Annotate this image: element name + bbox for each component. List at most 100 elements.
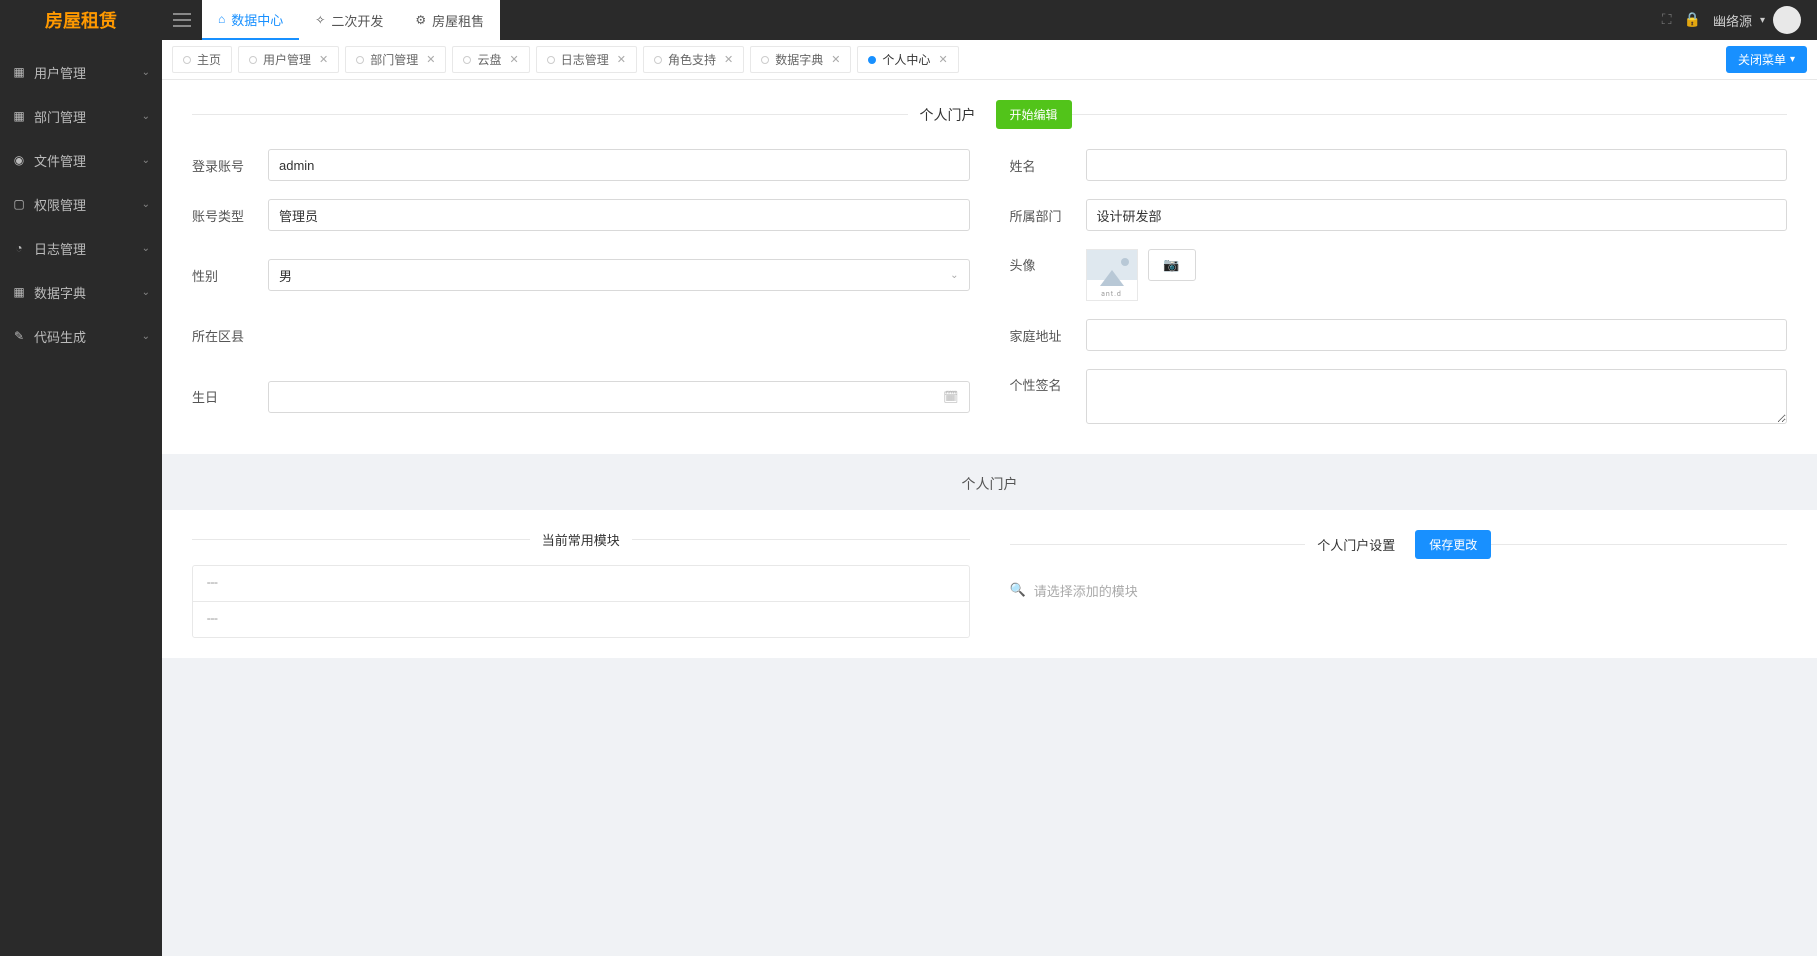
- pencil-icon: ✎: [12, 329, 26, 343]
- avatar: [1773, 6, 1801, 34]
- tab-user-mgmt[interactable]: 用户管理 ✕: [238, 46, 339, 73]
- sidebar-item-data-dict[interactable]: ▦ 数据字典 ⌄: [0, 270, 162, 314]
- user-name: 幽络源: [1713, 11, 1752, 30]
- label-name: 姓名: [1010, 156, 1070, 175]
- label-login-account: 登录账号: [192, 156, 252, 175]
- sidebar-item-label: 部门管理: [34, 107, 86, 126]
- upload-avatar-button[interactable]: 📷: [1148, 249, 1196, 281]
- top-nav-tabs: ⌂ 数据中心 ✧ 二次开发 ⚙ 房屋租售: [202, 0, 500, 40]
- edit-button[interactable]: 开始编辑: [996, 100, 1072, 129]
- tab-personal-center[interactable]: 个人中心 ✕: [857, 46, 958, 73]
- close-icon[interactable]: ✕: [510, 53, 519, 66]
- portal-settings-title: 个人门户设置: [1305, 535, 1407, 554]
- tab-cloud-disk[interactable]: 云盘 ✕: [452, 46, 529, 73]
- name-input[interactable]: [1086, 149, 1788, 181]
- close-icon[interactable]: ✕: [831, 53, 840, 66]
- current-modules-header: 当前常用模块: [192, 530, 970, 549]
- tab-log-mgmt[interactable]: 日志管理 ✕: [536, 46, 637, 73]
- close-icon[interactable]: ✕: [617, 53, 626, 66]
- avatar-box: ant.d 📷: [1086, 249, 1196, 301]
- row-name: 姓名: [1010, 149, 1788, 181]
- button-label: 关闭菜单: [1738, 51, 1786, 68]
- row-avatar: 头像 ant.d 📷: [1010, 249, 1788, 301]
- home-address-input[interactable]: [1086, 319, 1788, 351]
- nav-tab-data-center[interactable]: ⌂ 数据中心: [202, 0, 299, 40]
- birthday-datepicker[interactable]: 🗓: [268, 381, 970, 413]
- search-icon: 🔍: [1010, 583, 1026, 598]
- camera-icon: 📷: [1163, 258, 1179, 273]
- label-birthday: 生日: [192, 387, 252, 406]
- nav-tab-label: 房屋租售: [432, 11, 484, 30]
- tab-label: 数据字典: [775, 51, 823, 68]
- tab-label: 日志管理: [561, 51, 609, 68]
- row-gender: 性别 男 ⌄: [192, 249, 970, 301]
- lock-icon[interactable]: 🔒: [1684, 12, 1701, 28]
- tab-label: 角色支持: [668, 51, 716, 68]
- save-button[interactable]: 保存更改: [1415, 530, 1491, 559]
- portal-settings-panel: 当前常用模块 --- --- 个人门户设置 保存更改 🔍 请选择添加的模块: [162, 510, 1817, 658]
- close-icon[interactable]: ✕: [724, 53, 733, 66]
- tab-label: 主页: [197, 51, 221, 68]
- department-input[interactable]: [1086, 199, 1788, 231]
- main-content: 主页 用户管理 ✕ 部门管理 ✕ 云盘 ✕ 日志管理 ✕: [162, 40, 1817, 956]
- portal-divider: 个人门户: [162, 454, 1817, 510]
- label-avatar: 头像: [1010, 249, 1070, 274]
- sidebar-item-label: 用户管理: [34, 63, 86, 82]
- portal-settings-header: 个人门户设置 保存更改: [1010, 530, 1788, 559]
- circle-icon: ◉: [12, 153, 26, 167]
- gender-select[interactable]: 男 ⌄: [268, 259, 970, 291]
- row-birthday: 生日 🗓: [192, 369, 970, 424]
- sparkle-icon: ✧: [315, 13, 325, 27]
- current-modules-title: 当前常用模块: [530, 530, 632, 549]
- sidebar-item-label: 代码生成: [34, 327, 86, 346]
- fullscreen-icon[interactable]: ⛶: [1662, 12, 1672, 28]
- grid-icon: ▦: [12, 285, 26, 299]
- sidebar-item-dept-mgmt[interactable]: ▦ 部门管理 ⌄: [0, 94, 162, 138]
- sidebar-item-user-mgmt[interactable]: ▦ 用户管理 ⌄: [0, 50, 162, 94]
- section-title: 个人门户: [908, 105, 988, 125]
- profile-form: 登录账号 姓名 账号类型 所属部门 性别: [192, 149, 1787, 424]
- sidebar-item-perm-mgmt[interactable]: ▢ 权限管理 ⌄: [0, 182, 162, 226]
- sidebar-item-label: 权限管理: [34, 195, 86, 214]
- close-icon[interactable]: ✕: [319, 53, 328, 66]
- select-value: 男: [279, 266, 292, 285]
- hamburger-icon: [173, 13, 191, 27]
- user-menu[interactable]: 幽络源 ▾: [1713, 6, 1801, 34]
- top-right: ⛶ 🔒 幽络源 ▾: [1662, 0, 1817, 40]
- tab-role-support[interactable]: 角色支持 ✕: [643, 46, 744, 73]
- tab-dot-icon: [463, 56, 471, 64]
- nav-tab-house-rent[interactable]: ⚙ 房屋租售: [399, 0, 500, 40]
- nav-tab-secondary-dev[interactable]: ✧ 二次开发: [299, 0, 399, 40]
- nav-tab-label: 数据中心: [231, 10, 283, 29]
- menu-toggle[interactable]: [162, 0, 202, 40]
- sidebar-item-code-gen[interactable]: ✎ 代码生成 ⌄: [0, 314, 162, 358]
- close-icon[interactable]: ✕: [938, 53, 947, 66]
- tab-label: 部门管理: [370, 51, 418, 68]
- sidebar-item-file-mgmt[interactable]: ◉ 文件管理 ⌄: [0, 138, 162, 182]
- tab-home[interactable]: 主页: [172, 46, 232, 73]
- login-account-input[interactable]: [268, 149, 970, 181]
- tab-dot-icon: [183, 56, 191, 64]
- label-signature: 个性签名: [1010, 369, 1070, 394]
- tab-data-dict[interactable]: 数据字典 ✕: [750, 46, 851, 73]
- account-type-input[interactable]: [268, 199, 970, 231]
- close-icon[interactable]: ✕: [426, 53, 435, 66]
- module-list: --- ---: [192, 565, 970, 638]
- tab-label: 个人中心: [882, 51, 930, 68]
- close-menu-button[interactable]: 关闭菜单 ▾: [1726, 46, 1807, 73]
- tab-label: 用户管理: [263, 51, 311, 68]
- row-area: 所在区县: [192, 319, 970, 351]
- grid-icon: ▦: [12, 109, 26, 123]
- gear-icon: ⚙: [415, 13, 426, 27]
- sun-icon: [1121, 258, 1129, 266]
- avatar-preview: ant.d: [1086, 249, 1138, 301]
- list-item[interactable]: ---: [193, 566, 969, 602]
- sidebar-item-label: 文件管理: [34, 151, 86, 170]
- signature-textarea[interactable]: [1086, 369, 1788, 424]
- label-home-address: 家庭地址: [1010, 326, 1070, 345]
- add-module-select[interactable]: 🔍 请选择添加的模块: [1010, 575, 1788, 606]
- list-item[interactable]: ---: [193, 602, 969, 637]
- sidebar-item-log-mgmt[interactable]: ◔ 日志管理 ⌄: [0, 226, 162, 270]
- row-login-account: 登录账号: [192, 149, 970, 181]
- tab-dept-mgmt[interactable]: 部门管理 ✕: [345, 46, 446, 73]
